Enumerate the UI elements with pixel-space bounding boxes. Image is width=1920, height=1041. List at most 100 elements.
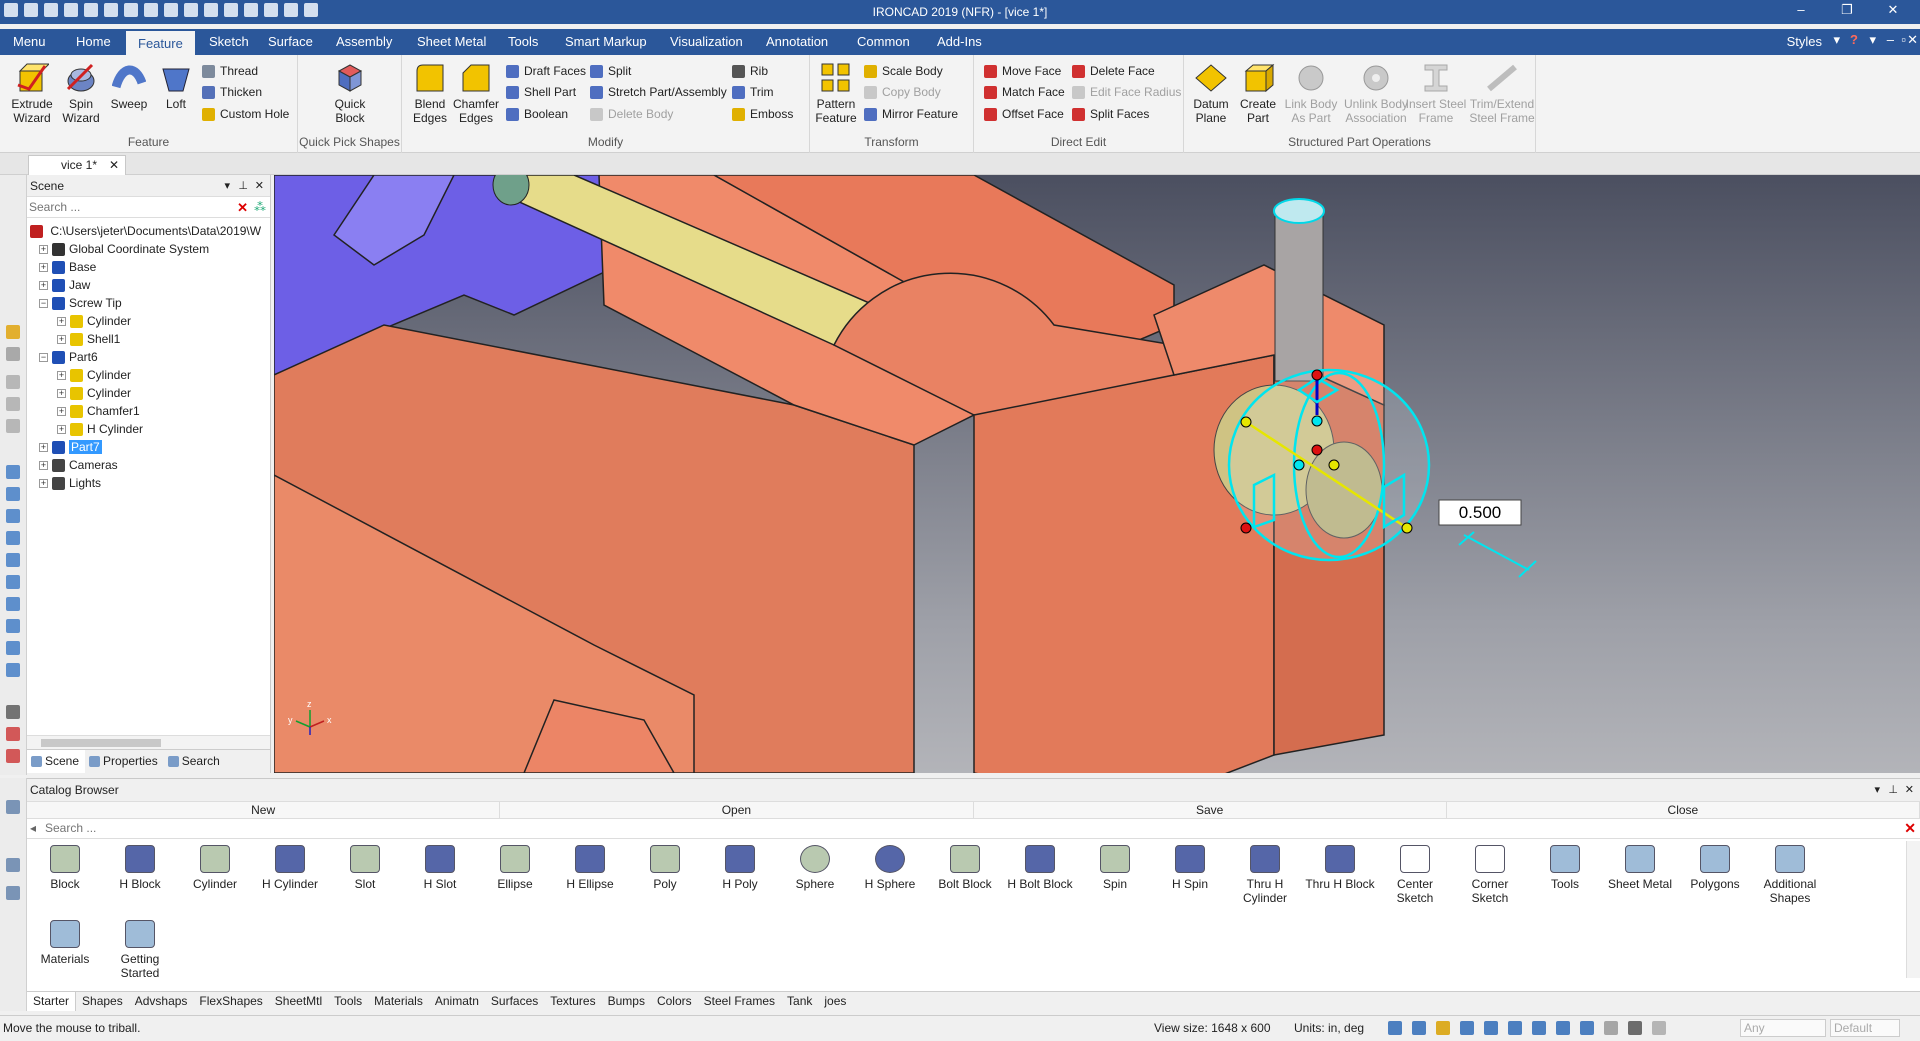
tool-icon[interactable]: [6, 509, 20, 523]
match-face-button[interactable]: Match Face: [984, 82, 1065, 102]
scene-search-input[interactable]: [27, 198, 217, 216]
tool-icon[interactable]: [6, 531, 20, 545]
back-arrow-icon[interactable]: ◂: [30, 821, 36, 835]
pointer-icon[interactable]: [1628, 1021, 1642, 1035]
close-tab-icon[interactable]: ✕: [109, 156, 119, 174]
close-doc-icon[interactable]: ✕: [1907, 32, 1918, 48]
tree-node[interactable]: + Base: [39, 258, 96, 276]
minimize-button[interactable]: –: [1778, 2, 1824, 18]
catalog-tab[interactable]: Steel Frames: [698, 992, 781, 1011]
tab-home[interactable]: Home: [74, 29, 113, 55]
tree-node[interactable]: + Global Coordinate System: [39, 240, 209, 258]
expand-icon[interactable]: +: [57, 407, 66, 417]
style-dropdown[interactable]: Default: [1830, 1019, 1900, 1037]
insert-steel-frame-button[interactable]: Insert Steel Frame: [1404, 61, 1468, 125]
chevron-down-icon[interactable]: ▾: [1874, 779, 1880, 801]
spin-wizard-button[interactable]: Spin Wizard: [58, 61, 104, 125]
tab-scene[interactable]: Scene: [27, 750, 86, 773]
sweep-button[interactable]: Sweep: [106, 61, 152, 111]
tool-icon[interactable]: [6, 465, 20, 479]
triball-handle[interactable]: [1311, 444, 1323, 456]
tool-icon[interactable]: [6, 619, 20, 633]
tree-node[interactable]: + Jaw: [39, 276, 90, 294]
zoom-icon[interactable]: [1412, 1021, 1426, 1035]
chevron-down-icon[interactable]: ▾: [1833, 32, 1840, 48]
catalog-item[interactable]: Additional Shapes: [1752, 845, 1828, 905]
tool-icon[interactable]: [6, 419, 20, 433]
catalog-item[interactable]: Ellipse: [477, 845, 553, 891]
scale-body-button[interactable]: Scale Body: [864, 61, 943, 81]
tree-node[interactable]: + Cylinder: [57, 312, 131, 330]
tree-node[interactable]: + Chamfer1: [57, 402, 140, 420]
tab-assembly[interactable]: Assembly: [334, 29, 394, 55]
catalog-tab[interactable]: Surfaces: [485, 992, 544, 1011]
tree-node[interactable]: + Cylinder: [57, 384, 131, 402]
tool-icon[interactable]: [6, 663, 20, 677]
tab-sheet-metal[interactable]: Sheet Metal: [415, 29, 488, 55]
styles-menu[interactable]: Styles: [1787, 34, 1822, 49]
catalog-tab[interactable]: Animatn: [429, 992, 485, 1011]
chevron-down-icon[interactable]: ▾: [1869, 32, 1876, 48]
catalog-item[interactable]: H Ellipse: [552, 845, 628, 891]
delete-face-button[interactable]: Delete Face: [1072, 61, 1155, 81]
catalog-tab[interactable]: Starter: [27, 992, 77, 1011]
chamfer-edges-button[interactable]: Chamfer Edges: [452, 61, 500, 125]
tab-common[interactable]: Common: [855, 29, 912, 55]
tab-sketch[interactable]: Sketch: [207, 29, 251, 55]
tree-node[interactable]: + Part7: [39, 438, 102, 456]
catalog-item[interactable]: Spin: [1077, 845, 1153, 891]
tree-root[interactable]: C:\Users\jeter\Documents\Data\2019\W: [30, 222, 261, 240]
catalog-tab[interactable]: Tools: [328, 992, 368, 1011]
expand-icon[interactable]: +: [57, 425, 66, 435]
tool-icon[interactable]: [6, 553, 20, 567]
catalog-item[interactable]: Block: [27, 845, 103, 891]
catalog-item[interactable]: H Sphere: [852, 845, 928, 891]
edit-face-radius-button[interactable]: Edit Face Radius: [1072, 82, 1181, 102]
tab-annotation[interactable]: Annotation: [764, 29, 830, 55]
catalog-item[interactable]: Slot: [327, 845, 403, 891]
shell-part-button[interactable]: Shell Part: [506, 82, 576, 102]
clear-search-icon[interactable]: ✕: [1904, 820, 1916, 837]
catalog-item[interactable]: Tools: [1527, 845, 1603, 891]
tab-add-ins[interactable]: Add-Ins: [935, 29, 984, 55]
minimize-doc-icon[interactable]: –: [1887, 32, 1894, 47]
filter-icon[interactable]: ⁂: [254, 200, 266, 214]
copy-body-button[interactable]: Copy Body: [864, 82, 941, 102]
expand-icon[interactable]: +: [39, 245, 48, 255]
tool-icon[interactable]: [6, 325, 20, 339]
catalog-item[interactable]: Bolt Block: [927, 845, 1003, 891]
triball-handle[interactable]: [1328, 459, 1340, 471]
catalog-item[interactable]: H Block: [102, 845, 178, 891]
tool-icon[interactable]: [6, 397, 20, 411]
tool-icon[interactable]: [6, 347, 20, 361]
select-icon[interactable]: [1604, 1021, 1618, 1035]
filter-dropdown[interactable]: Any: [1740, 1019, 1826, 1037]
close-icon[interactable]: ✕: [255, 175, 264, 197]
tree-node[interactable]: − Screw Tip: [39, 294, 122, 312]
expand-icon[interactable]: +: [39, 281, 48, 291]
quick-block-button[interactable]: Quick Block: [326, 61, 374, 125]
section-icon[interactable]: [1484, 1021, 1498, 1035]
blend-edges-button[interactable]: Blend Edges: [408, 61, 452, 125]
expand-icon[interactable]: +: [39, 479, 48, 489]
triball-handle[interactable]: [1240, 522, 1252, 534]
expand-icon[interactable]: +: [57, 317, 66, 327]
expand-icon[interactable]: +: [39, 461, 48, 471]
catalog-item[interactable]: Thru H Cylinder: [1227, 845, 1303, 905]
document-tab[interactable]: vice 1* ✕: [28, 155, 126, 175]
loft-button[interactable]: Loft: [154, 61, 198, 111]
create-part-button[interactable]: Create Part: [1236, 61, 1280, 125]
thicken-button[interactable]: Thicken: [202, 82, 262, 102]
tool-icon[interactable]: [6, 749, 20, 763]
mirror-feature-button[interactable]: Mirror Feature: [864, 104, 958, 124]
tree-node[interactable]: − Part6: [39, 348, 98, 366]
catalog-item[interactable]: H Bolt Block: [1002, 845, 1078, 891]
unlink-body-button[interactable]: Unlink Body Association: [1342, 61, 1410, 125]
restore-button[interactable]: ❐: [1824, 2, 1870, 18]
extrude-wizard-button[interactable]: Extrude Wizard: [6, 61, 58, 125]
catalog-item[interactable]: Thru H Block: [1302, 845, 1378, 891]
custom-hole-button[interactable]: Custom Hole: [202, 104, 289, 124]
trim-button[interactable]: Trim: [732, 82, 774, 102]
catalog-tab[interactable]: Shapes: [76, 992, 129, 1011]
catalog-tab[interactable]: Bumps: [602, 992, 651, 1011]
